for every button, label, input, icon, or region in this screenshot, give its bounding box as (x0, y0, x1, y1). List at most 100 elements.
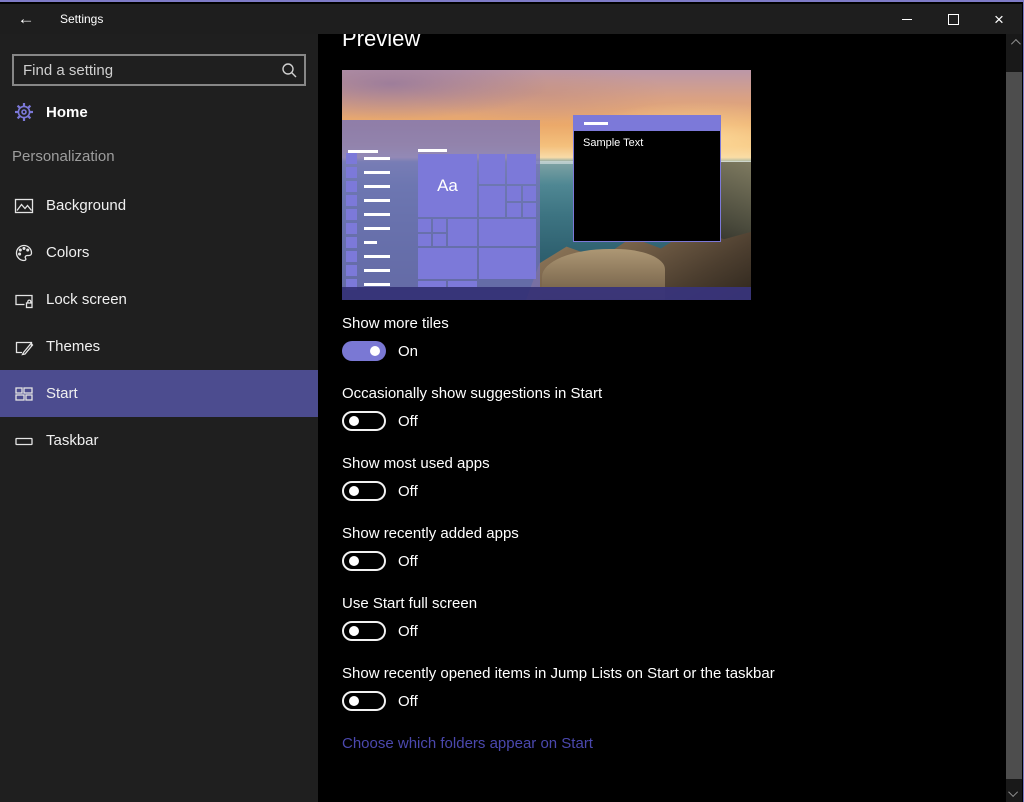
start-preview-image: Aa (342, 70, 751, 300)
recently-added-apps-toggle[interactable] (342, 551, 386, 571)
app-list-preview (346, 153, 390, 290)
start-menu-preview: Aa (342, 120, 540, 287)
sidebar-item-label: Lock screen (46, 291, 127, 308)
search-box (12, 54, 306, 86)
sidebar-item-label: Colors (46, 244, 89, 261)
preview-tile (418, 248, 477, 279)
sidebar-item-colors[interactable]: Colors (0, 229, 318, 276)
window-title: Settings (60, 4, 103, 34)
show-more-tiles-toggle[interactable] (342, 341, 386, 361)
preview-tile (507, 186, 521, 201)
search-input[interactable] (14, 62, 274, 79)
window-controls: × (884, 4, 1022, 34)
most-used-apps-toggle[interactable] (342, 481, 386, 501)
minimize-icon (902, 19, 912, 20)
chevron-down-icon (1008, 787, 1018, 797)
toggle-knob (349, 626, 359, 636)
chevron-up-icon (1010, 39, 1020, 49)
sample-window-preview: Sample Text (573, 115, 721, 242)
toggle-knob (349, 696, 359, 706)
sidebar-item-home[interactable]: Home (0, 92, 318, 132)
titlebar: ← Settings × (0, 4, 1022, 34)
preview-tile (507, 203, 521, 217)
sidebar-item-taskbar[interactable]: Taskbar (0, 417, 318, 464)
start-full-screen-toggle[interactable] (342, 621, 386, 641)
preview-tile (418, 219, 431, 232)
sidebar-item-label: Taskbar (46, 432, 99, 449)
setting-label: Show recently added apps (342, 524, 902, 544)
setting-suggestions: Occasionally show suggestions in Start O… (342, 384, 902, 431)
gear-icon (14, 102, 34, 122)
taskbar-icon (14, 431, 34, 451)
maximize-icon (948, 14, 959, 25)
jump-lists-toggle[interactable] (342, 691, 386, 711)
preview-tile-aa: Aa (418, 154, 477, 217)
scrollbar-thumb[interactable] (1006, 72, 1022, 779)
sidebar-nav: Background Colors Lock screen Themes (0, 182, 318, 464)
setting-show-more-tiles: Show more tiles On (342, 314, 902, 361)
minimize-button[interactable] (884, 4, 930, 34)
sample-window-title-bar-dash (584, 122, 608, 125)
back-button[interactable]: ← (8, 4, 44, 34)
vertical-scrollbar[interactable] (1006, 34, 1022, 802)
main-content: Preview (318, 34, 1006, 802)
setting-label: Show most used apps (342, 454, 902, 474)
sidebar-section-label: Personalization (12, 148, 115, 165)
setting-start-full-screen: Use Start full screen Off (342, 594, 902, 641)
back-arrow-icon: ← (18, 9, 35, 29)
choose-folders-link[interactable]: Choose which folders appear on Start (342, 734, 902, 754)
preview-tile (479, 219, 536, 246)
toggle-knob (349, 556, 359, 566)
preview-tile (479, 248, 536, 279)
lock-screen-icon (14, 290, 34, 310)
suggestions-toggle[interactable] (342, 411, 386, 431)
close-button[interactable]: × (976, 4, 1022, 34)
preview-tile (433, 219, 446, 232)
scroll-up-button[interactable] (1006, 34, 1022, 51)
sample-window-titlebar (574, 116, 720, 131)
colors-icon (14, 243, 34, 263)
sidebar-item-lock-screen[interactable]: Lock screen (0, 276, 318, 323)
setting-label: Show recently opened items in Jump Lists… (342, 664, 902, 684)
preview-tile (418, 234, 431, 246)
scroll-down-button[interactable] (1006, 785, 1022, 802)
sidebar-item-background[interactable]: Background (0, 182, 318, 229)
taskbar-preview (342, 287, 751, 300)
toggle-knob (370, 346, 380, 356)
sidebar-item-themes[interactable]: Themes (0, 323, 318, 370)
setting-label: Show more tiles (342, 314, 902, 334)
maximize-button[interactable] (930, 4, 976, 34)
setting-jump-lists: Show recently opened items in Jump Lists… (342, 664, 902, 711)
toggle-knob (349, 486, 359, 496)
search-icon[interactable] (274, 62, 304, 79)
toggle-state-label: Off (398, 693, 418, 710)
toggle-knob (349, 416, 359, 426)
toggle-state-label: Off (398, 413, 418, 430)
preview-tile (433, 234, 446, 246)
themes-icon (14, 337, 34, 357)
preview-tile (507, 154, 536, 184)
toggle-state-label: On (398, 343, 418, 360)
preview-tile (479, 154, 505, 184)
preview-tile (448, 219, 477, 246)
settings-window: ← Settings × (0, 0, 1024, 802)
toggle-state-label: Off (398, 623, 418, 640)
background-icon (14, 196, 34, 216)
toggle-state-label: Off (398, 553, 418, 570)
sidebar-item-label: Background (46, 197, 126, 214)
sidebar: Home Personalization Background Colors (0, 34, 318, 802)
sidebar-item-label: Themes (46, 338, 100, 355)
start-icon (14, 384, 34, 404)
sample-text: Sample Text (574, 131, 720, 149)
setting-recently-added-apps: Show recently added apps Off (342, 524, 902, 571)
preview-tile (479, 186, 505, 217)
page-title: Preview (342, 34, 420, 52)
tile-group-bar (418, 149, 447, 152)
toggle-state-label: Off (398, 483, 418, 500)
sidebar-item-label: Start (46, 385, 78, 402)
setting-most-used-apps: Show most used apps Off (342, 454, 902, 501)
setting-label: Occasionally show suggestions in Start (342, 384, 902, 404)
sidebar-item-start[interactable]: Start (0, 370, 318, 417)
setting-label: Use Start full screen (342, 594, 902, 614)
preview-tile (523, 186, 536, 201)
